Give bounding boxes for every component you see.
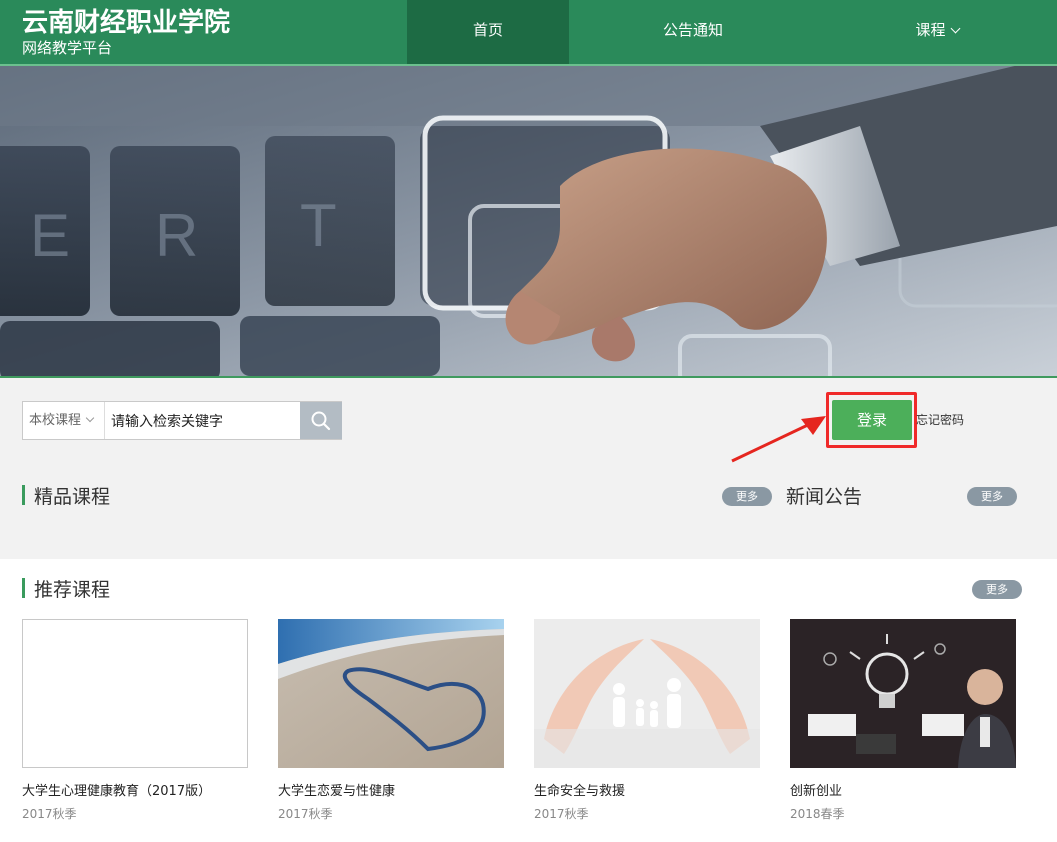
course-term: 2018春季 — [790, 807, 845, 821]
svg-text:T: T — [300, 192, 337, 259]
top-header: 云南财经职业学院 网络教学平台 首页 公告通知 课程 — [0, 0, 1057, 64]
svg-text:E: E — [30, 202, 70, 269]
course-thumbnail[interactable] — [278, 619, 504, 768]
search-input[interactable] — [107, 402, 306, 441]
course-thumbnail[interactable] — [22, 619, 248, 768]
search-type-label: 本校课程 — [29, 413, 82, 428]
nav-home-label: 首页 — [472, 21, 503, 39]
featured-more-button[interactable]: 更多 — [722, 487, 772, 506]
login-button[interactable]: 登录 — [832, 400, 912, 440]
nav-notices-label: 公告通知 — [662, 21, 723, 39]
news-title: 新闻公告 — [786, 486, 863, 508]
brand-title: 云南财经职业学院 — [22, 8, 231, 38]
search-box: 本校课程 — [22, 401, 342, 441]
course-name[interactable]: 创新创业 — [790, 780, 842, 799]
course-name[interactable]: 大学生恋爱与性健康 — [278, 780, 395, 799]
course-term: 2017秋季 — [22, 807, 77, 821]
nav-courses-label: 课程 — [915, 21, 946, 39]
course-thumbnail[interactable] — [534, 619, 760, 768]
nav-courses[interactable]: 课程 — [817, 0, 1057, 64]
section-marker — [22, 578, 25, 598]
search-button[interactable] — [300, 402, 342, 439]
family-hands-image — [534, 619, 760, 768]
nav-notices[interactable]: 公告通知 — [569, 0, 817, 64]
news-more-button[interactable]: 更多 — [967, 487, 1017, 506]
nav-home[interactable]: 首页 — [407, 0, 569, 64]
section-marker — [22, 485, 25, 505]
chevron-down-icon — [85, 413, 95, 423]
course-term: 2017秋季 — [534, 807, 589, 821]
recommended-more-button[interactable]: 更多 — [972, 580, 1022, 599]
recommended-courses-title: 推荐课程 — [34, 579, 111, 601]
course-name[interactable]: 大学生心理健康教育（2017版） — [22, 780, 211, 799]
hero-banner: E R T — [0, 66, 1057, 376]
innovation-bulb-image — [790, 619, 1016, 768]
course-thumbnail[interactable] — [790, 619, 1016, 768]
svg-text:R: R — [155, 202, 198, 269]
brand-subtitle: 网络教学平台 — [22, 39, 113, 57]
course-name[interactable]: 生命安全与救援 — [534, 780, 625, 799]
chevron-down-icon — [950, 23, 960, 34]
arrow-icon — [731, 416, 826, 463]
featured-courses-title: 精品课程 — [34, 486, 111, 508]
banner-image: E R T — [0, 66, 1057, 376]
search-type-select[interactable]: 本校课程 — [23, 402, 105, 439]
search-icon — [311, 411, 331, 431]
course-term: 2017秋季 — [278, 807, 333, 821]
forgot-password-link[interactable]: 忘记密码 — [916, 411, 964, 428]
beach-heart-image — [278, 619, 504, 768]
